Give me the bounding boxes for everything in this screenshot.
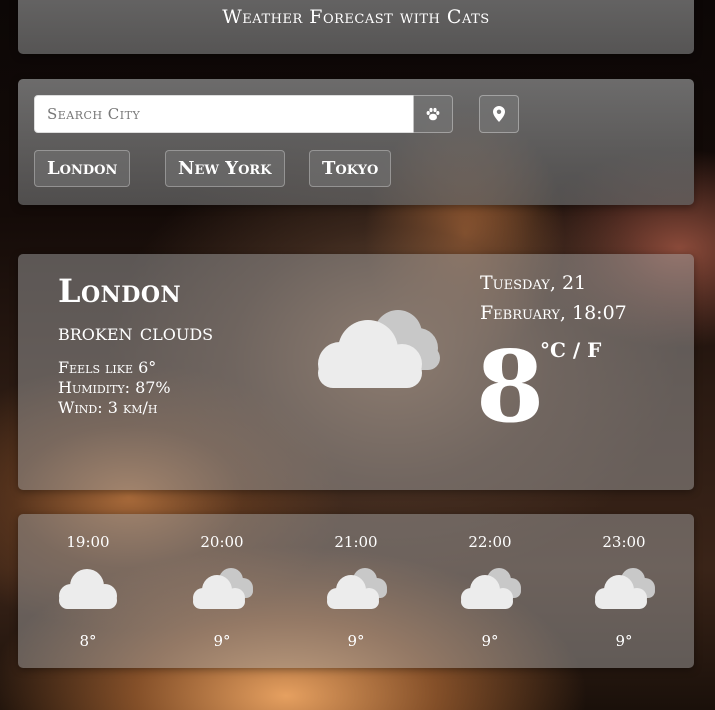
- map-marker-icon: [493, 106, 505, 122]
- weather-description: broken clouds: [58, 320, 214, 346]
- humidity: Humidity: 87%: [58, 378, 171, 397]
- search-input[interactable]: [34, 95, 414, 133]
- hourly-forecast-panel: 19:00 8° 20:00 9° 21:00 9° 22:00 9° 23:0…: [18, 514, 694, 668]
- broken-clouds-icon: [595, 568, 655, 609]
- broken-clouds-icon: [327, 568, 387, 609]
- forecast-item: 22:00 9°: [435, 514, 545, 668]
- feels-like: Feels like 6°: [58, 358, 157, 377]
- forecast-time: 21:00: [334, 533, 378, 551]
- date-line-1: Tuesday, 21: [480, 272, 587, 294]
- forecast-item: 21:00 9°: [301, 514, 411, 668]
- search-panel: London New York Tokyo: [18, 79, 694, 205]
- header-panel: Weather Forecast with Cats: [18, 0, 694, 54]
- forecast-temp: 8°: [79, 632, 97, 650]
- paw-icon: [426, 107, 440, 121]
- city-button-london[interactable]: London: [34, 150, 131, 187]
- date-line-2: February, 18:07: [480, 302, 627, 324]
- city-button-tokyo[interactable]: Tokyo: [309, 150, 392, 187]
- forecast-item: 20:00 9°: [167, 514, 277, 668]
- forecast-time: 19:00: [66, 533, 110, 551]
- search-button[interactable]: [413, 95, 453, 133]
- current-datetime: Tuesday, 21 February, 18:07: [480, 268, 670, 328]
- forecast-time: 23:00: [602, 533, 646, 551]
- current-location-button[interactable]: [479, 95, 519, 133]
- broken-clouds-icon: [461, 568, 521, 609]
- unit-toggle[interactable]: °C / F: [540, 338, 601, 362]
- forecast-item: 23:00 9°: [569, 514, 679, 668]
- page-title: Weather Forecast with Cats: [222, 6, 490, 28]
- broken-clouds-icon: [193, 568, 253, 609]
- wind: Wind: 3 km/h: [58, 398, 158, 417]
- current-city-name: London: [58, 272, 182, 310]
- current-weather-panel: London broken clouds Feels like 6° Humid…: [18, 254, 694, 490]
- forecast-time: 22:00: [468, 533, 512, 551]
- forecast-temp: 9°: [481, 632, 499, 650]
- forecast-temp: 9°: [347, 632, 365, 650]
- forecast-temp: 9°: [615, 632, 633, 650]
- forecast-time: 20:00: [200, 533, 244, 551]
- forecast-item: 19:00 8°: [33, 514, 143, 668]
- broken-clouds-icon: [318, 310, 440, 388]
- cloud-icon: [59, 569, 117, 609]
- current-temperature: 8: [476, 330, 545, 445]
- forecast-temp: 9°: [213, 632, 231, 650]
- city-button-new-york[interactable]: New York: [165, 150, 285, 187]
